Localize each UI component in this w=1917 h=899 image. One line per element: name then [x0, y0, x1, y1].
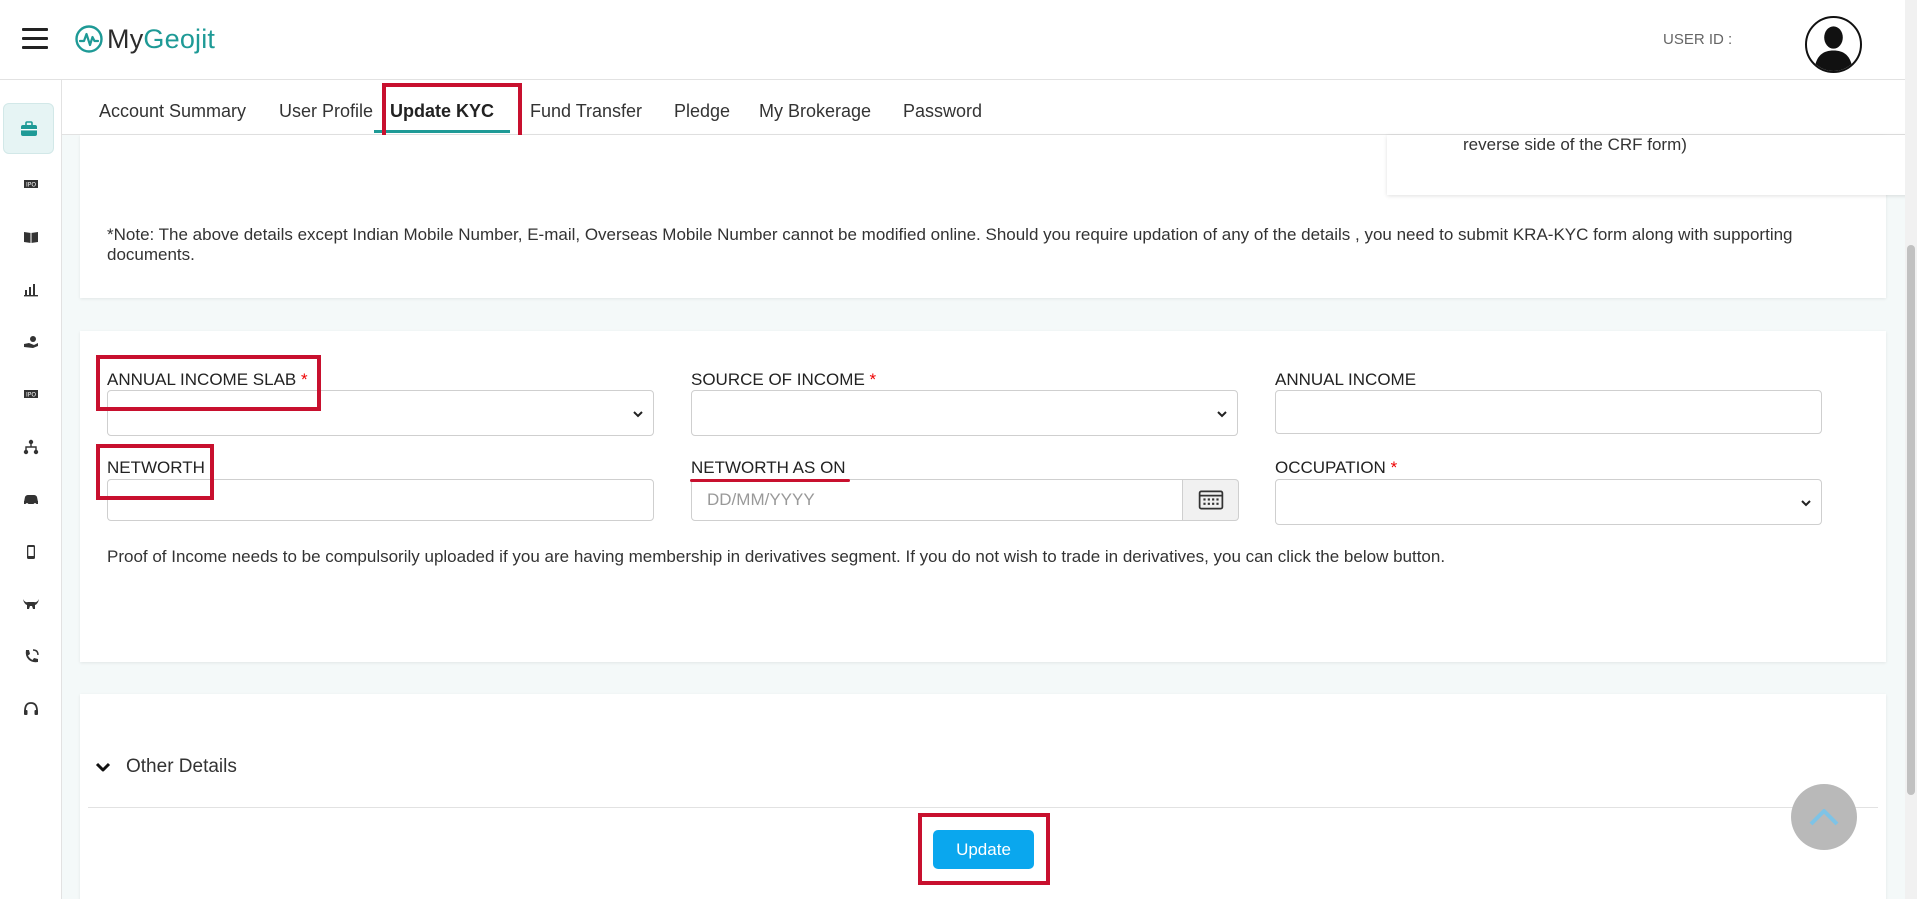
rail-item-ipo-2[interactable]: IPO — [0, 376, 62, 412]
rail-item-support[interactable] — [0, 691, 62, 727]
avatar[interactable] — [1805, 16, 1862, 73]
svg-text:IPO: IPO — [26, 392, 36, 399]
account-tabs: Account Summary User Profile Update KYC … — [62, 80, 1905, 135]
divider — [88, 807, 1878, 808]
logo-text: MyGeojit — [107, 24, 215, 55]
other-details-card: Other Details Update — [80, 694, 1886, 899]
hand-coin-icon — [24, 336, 38, 348]
income-details-card: ANNUAL INCOME SLAB * SOURCE OF INCOME * … — [80, 331, 1886, 662]
scroll-to-top-button[interactable] — [1791, 784, 1857, 850]
tab-my-brokerage[interactable]: My Brokerage — [759, 80, 871, 135]
top-header: MyGeojit USER ID : — [0, 0, 1905, 80]
rail-item-reports[interactable] — [0, 271, 62, 307]
left-nav-rail: IPO IPO — [0, 80, 62, 899]
tab-pledge[interactable]: Pledge — [674, 80, 730, 135]
book-icon — [24, 232, 38, 243]
tab-password[interactable]: Password — [903, 80, 982, 135]
occupation-select[interactable] — [1275, 479, 1822, 525]
annual-income-input[interactable] — [1275, 390, 1822, 434]
hamburger-menu-icon[interactable] — [22, 28, 48, 50]
geojit-logo-icon — [75, 25, 103, 53]
user-id-label: USER ID : — [1663, 31, 1733, 48]
instructions-box: reverse side of the CRF form) — [1387, 135, 1917, 195]
tab-user-profile[interactable]: User Profile — [279, 80, 373, 135]
proof-of-income-note: Proof of Income needs to be compulsorily… — [107, 547, 1446, 566]
annual-income-label: ANNUAL INCOME — [1275, 370, 1417, 389]
rail-item-mobile[interactable] — [0, 534, 62, 570]
rail-item-insurance[interactable] — [0, 481, 62, 517]
tab-update-kyc[interactable]: Update KYC — [374, 80, 511, 135]
required-asterisk: * — [1390, 458, 1398, 477]
occupation-label: OCCUPATION * — [1275, 458, 1397, 478]
svg-text:IPO: IPO — [26, 182, 36, 189]
phone-icon — [25, 649, 39, 663]
source-of-income-label-text: SOURCE OF INCOME — [691, 370, 865, 389]
bull-icon — [23, 599, 39, 609]
page-scrollbar[interactable] — [1905, 0, 1917, 899]
rail-item-loans[interactable] — [0, 324, 62, 360]
update-button[interactable]: Update — [933, 830, 1034, 869]
tab-account-summary[interactable]: Account Summary — [99, 80, 246, 135]
other-details-label: Other Details — [126, 756, 237, 777]
rail-item-book[interactable] — [0, 219, 62, 255]
kyc-note: *Note: The above details except Indian M… — [107, 225, 1793, 264]
chevron-down-icon — [95, 762, 111, 772]
chevron-up-icon — [1809, 809, 1839, 826]
rail-item-call[interactable] — [0, 639, 62, 675]
annual-income-slab-select[interactable] — [107, 390, 654, 436]
chevron-down-icon — [1217, 411, 1227, 418]
logo-text-my: My — [107, 23, 144, 54]
networth-input[interactable] — [107, 479, 654, 521]
other-details-toggle[interactable]: Other Details — [94, 754, 237, 780]
occupation-label-text: OCCUPATION — [1275, 458, 1386, 477]
rail-item-markets[interactable] — [0, 586, 62, 622]
required-asterisk: * — [869, 370, 877, 389]
annual-income-slab-label: ANNUAL INCOME SLAB * — [107, 370, 308, 390]
source-of-income-label: SOURCE OF INCOME * — [691, 370, 876, 390]
bar-chart-icon — [24, 284, 38, 297]
required-asterisk: * — [300, 370, 308, 389]
chevron-down-icon — [633, 411, 643, 418]
networth-as-on-label: NETWORTH AS ON — [691, 458, 846, 477]
car-icon — [24, 495, 38, 506]
mygeojit-logo[interactable]: MyGeojit — [74, 22, 215, 56]
briefcase-icon — [20, 120, 37, 136]
calendar-icon — [1198, 490, 1223, 510]
mobile-icon — [27, 545, 35, 559]
rail-item-portfolio[interactable] — [3, 103, 54, 154]
calendar-button[interactable] — [1183, 479, 1239, 521]
kyc-details-card: reverse side of the CRF form) *Note: The… — [80, 135, 1917, 298]
ipo-icon: IPO — [24, 180, 38, 189]
ipo-icon: IPO — [24, 390, 38, 399]
instructions-tail-text: reverse side of the CRF form) — [1463, 135, 1687, 154]
source-of-income-select[interactable] — [691, 390, 1238, 436]
rail-item-ipo[interactable]: IPO — [0, 166, 62, 202]
scrollbar-thumb[interactable] — [1907, 245, 1915, 795]
rail-item-hierarchy[interactable] — [0, 429, 62, 465]
logo-text-geojit: Geojit — [143, 23, 216, 54]
chevron-down-icon — [1801, 500, 1811, 507]
networth-as-on-input[interactable]: DD/MM/YYYY — [691, 479, 1183, 521]
tab-fund-transfer[interactable]: Fund Transfer — [530, 80, 642, 135]
networth-label: NETWORTH — [107, 458, 205, 477]
user-silhouette-icon — [1814, 26, 1853, 71]
headset-icon — [24, 702, 38, 715]
annual-income-slab-label-text: ANNUAL INCOME SLAB — [107, 370, 297, 389]
hierarchy-icon — [23, 439, 39, 455]
